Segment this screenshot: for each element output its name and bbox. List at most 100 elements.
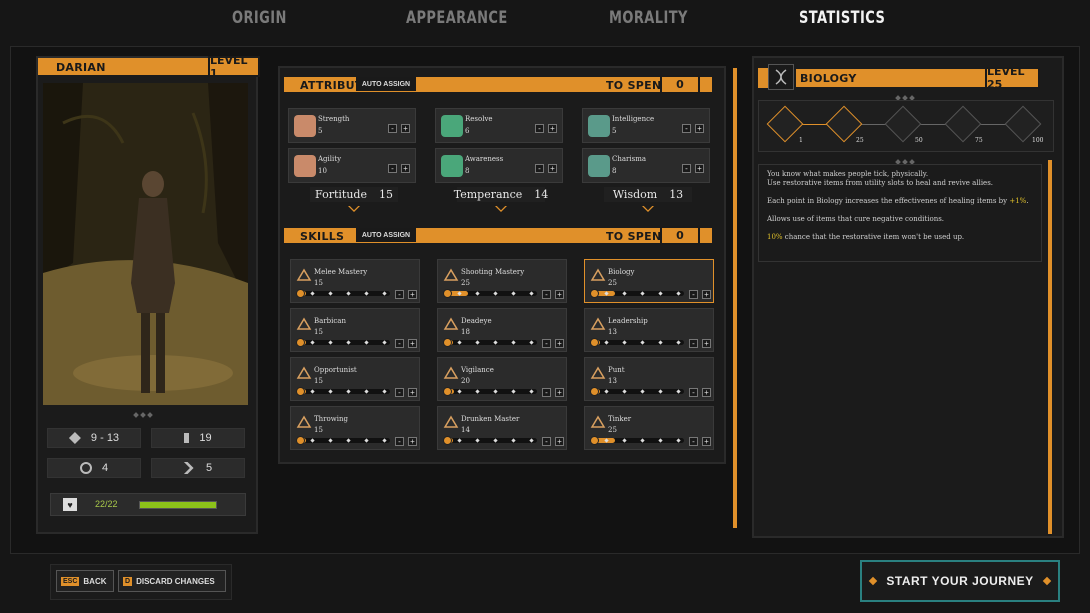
d-key-icon: D	[123, 576, 133, 586]
attribute-decrease-button[interactable]: -	[682, 164, 691, 173]
attributes-auto-assign[interactable]: AUTO ASSIGN	[356, 77, 416, 91]
skill-increase-button[interactable]: +	[408, 437, 417, 446]
skill-increase-button[interactable]: +	[702, 339, 711, 348]
skill-decrease-button[interactable]: -	[395, 388, 404, 397]
skill-decrease-button[interactable]: -	[542, 437, 551, 446]
skill-increase-button[interactable]: +	[555, 290, 564, 299]
tab-appearance[interactable]: APPEARANCE	[406, 8, 508, 28]
start-journey-label: START YOUR JOURNEY	[886, 574, 1034, 588]
skill-increase-button[interactable]: +	[408, 290, 417, 299]
detail-scrollbar[interactable]	[1048, 160, 1052, 534]
portrait-pager[interactable]	[133, 412, 158, 419]
skill-progress-ticks	[457, 389, 534, 394]
fortitude-value: 15	[378, 188, 393, 201]
skill-card-shooting-mastery[interactable]: Shooting Mastery 25 - +	[437, 259, 567, 303]
skill-card-leadership[interactable]: Leadership 13 - +	[584, 308, 714, 352]
skill-progress-ticks	[310, 340, 387, 345]
skill-increase-button[interactable]: +	[702, 290, 711, 299]
skill-card-drunken-master[interactable]: Drunken Master 14 - +	[437, 406, 567, 450]
attribute-decrease-button[interactable]: -	[535, 164, 544, 173]
skill-progress-knob	[443, 338, 452, 347]
skill-card-tinker[interactable]: Tinker 25 - +	[584, 406, 714, 450]
skill-value: 15	[314, 426, 323, 434]
skill-increase-button[interactable]: +	[555, 388, 564, 397]
skill-decrease-button[interactable]: -	[542, 339, 551, 348]
wisdom-value: 13	[669, 188, 684, 201]
skills-auto-assign[interactable]: AUTO ASSIGN	[356, 228, 416, 242]
skill-progress-ticks	[310, 389, 387, 394]
skills-to-spend-value: 0	[660, 226, 700, 245]
skill-value: 25	[608, 426, 617, 434]
skill-decrease-button[interactable]: -	[395, 339, 404, 348]
stat-speed-value: 5	[205, 462, 213, 474]
biology-icon	[590, 268, 606, 281]
skill-decrease-button[interactable]: -	[689, 339, 698, 348]
skill-increase-button[interactable]: +	[408, 339, 417, 348]
skill-card-barbican[interactable]: Barbican 15 - +	[290, 308, 420, 352]
health-bar	[139, 501, 217, 509]
skill-decrease-button[interactable]: -	[395, 290, 404, 299]
skill-name: Shooting Mastery	[461, 268, 525, 276]
skill-progress-ticks	[457, 340, 534, 345]
skill-value: 14	[461, 426, 470, 434]
vigilance-icon	[443, 366, 459, 379]
skill-card-vigilance[interactable]: Vigilance 20 - +	[437, 357, 567, 401]
skill-name: Tinker	[608, 415, 632, 423]
deadeye-icon	[443, 317, 459, 330]
skill-increase-button[interactable]: +	[702, 437, 711, 446]
skill-increase-button[interactable]: +	[555, 437, 564, 446]
skill-card-opportunist[interactable]: Opportunist 15 - +	[290, 357, 420, 401]
skill-decrease-button[interactable]: -	[542, 290, 551, 299]
attribute-increase-button[interactable]: +	[401, 124, 410, 133]
attribute-name: Charisma	[612, 155, 647, 163]
skill-progress-knob	[590, 387, 599, 396]
skill-name: Deadeye	[461, 317, 492, 325]
skill-progress-knob	[296, 387, 305, 396]
back-button[interactable]: ESC BACK	[56, 570, 114, 592]
attribute-decrease-button[interactable]: -	[388, 164, 397, 173]
skill-card-punt[interactable]: Punt 13 - +	[584, 357, 714, 401]
desc-line-4: Allows use of items that cure negative c…	[767, 215, 945, 223]
attribute-increase-button[interactable]: +	[695, 164, 704, 173]
attribute-increase-button[interactable]: +	[401, 164, 410, 173]
discard-changes-button[interactable]: D DISCARD CHANGES	[118, 570, 226, 592]
skill-card-biology[interactable]: Biology 25 - +	[584, 259, 714, 303]
agility-icon	[294, 155, 316, 177]
milestone-label-100: 100	[1032, 137, 1044, 144]
diamond-left-icon	[869, 576, 878, 586]
skill-decrease-button[interactable]: -	[689, 437, 698, 446]
tab-origin[interactable]: ORIGIN	[232, 8, 287, 28]
start-journey-button[interactable]: START YOUR JOURNEY	[860, 560, 1060, 602]
skill-name: Melee Mastery	[314, 268, 368, 276]
punt-icon	[590, 366, 606, 379]
attribute-decrease-button[interactable]: -	[388, 124, 397, 133]
center-scrollbar[interactable]	[733, 68, 737, 528]
detail-level: LEVEL 25	[985, 65, 1040, 91]
milestone-label-1: 1	[799, 137, 803, 144]
skill-decrease-button[interactable]: -	[689, 388, 698, 397]
attribute-value: 8	[612, 167, 617, 175]
attribute-increase-button[interactable]: +	[548, 124, 557, 133]
attribute-increase-button[interactable]: +	[695, 124, 704, 133]
attribute-increase-button[interactable]: +	[548, 164, 557, 173]
desc-line-5: 10% chance that the restorative item won…	[767, 233, 965, 241]
skill-decrease-button[interactable]: -	[542, 388, 551, 397]
skill-increase-button[interactable]: +	[408, 388, 417, 397]
skill-name: Leadership	[608, 317, 648, 325]
attribute-decrease-button[interactable]: -	[535, 124, 544, 133]
tab-morality[interactable]: MORALITY	[609, 8, 688, 28]
attribute-decrease-button[interactable]: -	[682, 124, 691, 133]
discard-label: DISCARD CHANGES	[136, 576, 215, 586]
biology-header-icon	[768, 64, 794, 90]
skill-increase-button[interactable]: +	[702, 388, 711, 397]
skill-card-throwing[interactable]: Throwing 15 - +	[290, 406, 420, 450]
skill-card-melee-mastery[interactable]: Melee Mastery 15 - +	[290, 259, 420, 303]
skill-increase-button[interactable]: +	[555, 339, 564, 348]
attribute-value: 8	[465, 167, 470, 175]
skill-decrease-button[interactable]: -	[689, 290, 698, 299]
skill-decrease-button[interactable]: -	[395, 437, 404, 446]
tab-statistics[interactable]: STATISTICS	[799, 8, 885, 28]
skill-progress-knob	[443, 289, 452, 298]
drunken-icon	[443, 415, 459, 428]
skill-card-deadeye[interactable]: Deadeye 18 - +	[437, 308, 567, 352]
